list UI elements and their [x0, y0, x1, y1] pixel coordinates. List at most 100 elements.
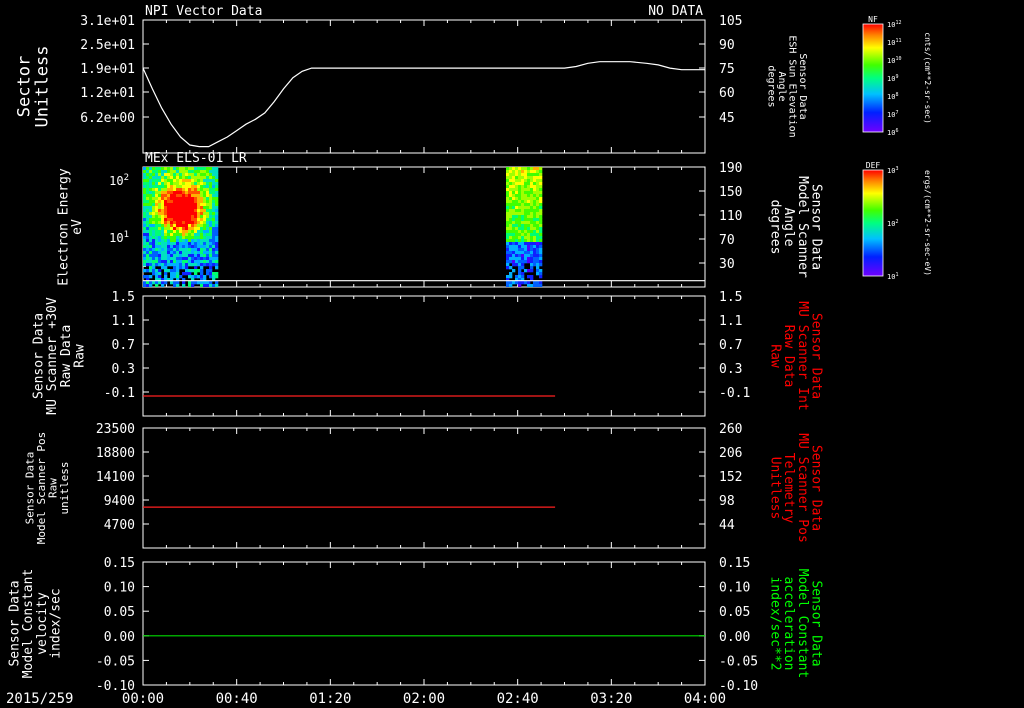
- spectrogram-cell: [206, 194, 210, 198]
- spectrogram-cell: [194, 170, 198, 174]
- spectrogram-cell: [176, 215, 180, 219]
- spectrogram-cell: [212, 275, 216, 279]
- spectrogram-cell: [143, 275, 147, 279]
- spectrogram-cell: [152, 176, 156, 180]
- spectrogram-cell: [203, 191, 207, 195]
- spectrogram-cell: [212, 188, 216, 192]
- spectrogram-cell: [533, 215, 537, 219]
- spectrogram-cell: [203, 251, 207, 255]
- spectrogram-cell: [533, 263, 537, 267]
- spectrogram-cell: [179, 176, 183, 180]
- spectrogram-cell: [515, 236, 519, 240]
- spectrogram-cell: [152, 203, 156, 207]
- spectrogram-cell: [185, 248, 189, 252]
- spectrogram-cell: [167, 263, 171, 267]
- spectrogram-cell: [506, 173, 510, 177]
- spectrogram-cell: [200, 218, 204, 222]
- spectrogram-cell: [506, 194, 510, 198]
- y-axis-label-line: Unitless: [32, 46, 52, 128]
- spectrogram-cell: [515, 245, 519, 249]
- spectrogram-cell: [536, 194, 540, 198]
- spectrogram-cell: [533, 167, 537, 171]
- spectrogram-cell: [524, 209, 528, 213]
- spectrogram-cell: [176, 272, 180, 276]
- spectrogram-cell: [512, 188, 516, 192]
- spectrogram-cell: [530, 233, 534, 237]
- spectrogram-cell: [173, 194, 177, 198]
- spectrogram-cell: [152, 266, 156, 270]
- spectrogram-cell: [149, 260, 153, 264]
- spectrogram-cell: [530, 236, 534, 240]
- spectrogram-cell: [164, 197, 168, 201]
- spectrogram-cell: [530, 266, 534, 270]
- spectrogram-cell: [182, 176, 186, 180]
- spectrogram-cell: [182, 191, 186, 195]
- spectrogram-cell: [215, 254, 219, 258]
- spectrogram-cell: [518, 221, 522, 225]
- spectrogram-cell: [536, 254, 540, 258]
- spectrogram-cell: [197, 260, 201, 264]
- spectrogram-cell: [206, 173, 210, 177]
- spectrogram-cell: [521, 251, 525, 255]
- spectrogram-cell: [521, 209, 525, 213]
- y-axis-label: Sensor DataModel Scanner PosRawunitless: [24, 432, 72, 545]
- spectrogram-cell: [512, 221, 516, 225]
- spectrogram-cell: [524, 245, 528, 249]
- spectrogram-cell: [155, 242, 159, 246]
- spectrogram-cell: [191, 242, 195, 246]
- spectrogram-cell: [509, 233, 513, 237]
- colorbar-tick-label: 101: [887, 272, 898, 281]
- y2-tick-label: 152: [719, 470, 742, 485]
- spectrogram-cell: [530, 191, 534, 195]
- spectrogram-cell: [179, 218, 183, 222]
- spectrogram-cell: [215, 176, 219, 180]
- spectrogram-cell: [185, 269, 189, 273]
- spectrogram-cell: [536, 239, 540, 243]
- spectrogram-cell: [536, 230, 540, 234]
- spectrogram-cell: [506, 218, 510, 222]
- spectrogram-cell: [518, 167, 522, 171]
- spectrogram-cell: [194, 188, 198, 192]
- spectrogram-cell: [533, 242, 537, 246]
- spectrogram-cell: [200, 233, 204, 237]
- spectrogram-cell: [158, 242, 162, 246]
- spectrogram-cell: [512, 251, 516, 255]
- spectrogram-cell: [539, 260, 543, 264]
- spectrogram-cell: [197, 236, 201, 240]
- spectrogram-cell: [509, 284, 513, 287]
- spectrogram-cell: [164, 263, 168, 267]
- spectrogram-cell: [215, 245, 219, 249]
- spectrogram-cell: [176, 275, 180, 279]
- spectrogram-cell: [182, 263, 186, 267]
- spectrogram-cell: [158, 185, 162, 189]
- spectrogram-cell: [197, 245, 201, 249]
- spectrogram-cell: [512, 242, 516, 246]
- spectrogram-cell: [203, 185, 207, 189]
- spectrogram-cell: [179, 263, 183, 267]
- spectrogram-cell: [179, 257, 183, 261]
- spectrogram-cell: [143, 239, 147, 243]
- spectrogram-cell: [509, 221, 513, 225]
- spectrogram-cell: [197, 215, 201, 219]
- spectrogram-cell: [518, 269, 522, 273]
- spectrogram-cell: [524, 224, 528, 228]
- spectrogram-cell: [206, 269, 210, 273]
- spectrogram-cell: [176, 248, 180, 252]
- y2-axis-label-line: Angle: [776, 71, 787, 101]
- spectrogram-cell: [203, 218, 207, 222]
- spectrogram-cell: [149, 221, 153, 225]
- spectrogram-cell: [215, 212, 219, 216]
- spectrogram-cell: [152, 209, 156, 213]
- spectrogram-cell: [149, 284, 153, 287]
- spectrogram-cell: [155, 185, 159, 189]
- spectrogram-cell: [152, 173, 156, 177]
- spectrogram-cell: [530, 242, 534, 246]
- spectrogram-cell: [161, 179, 165, 183]
- spectrogram-cell: [158, 197, 162, 201]
- spectrogram-cell: [191, 182, 195, 186]
- spectrogram-cell: [152, 170, 156, 174]
- spectrogram-cell: [173, 203, 177, 207]
- spectrogram-cell: [530, 227, 534, 231]
- spectrogram-cell: [155, 254, 159, 258]
- spectrogram-cell: [515, 170, 519, 174]
